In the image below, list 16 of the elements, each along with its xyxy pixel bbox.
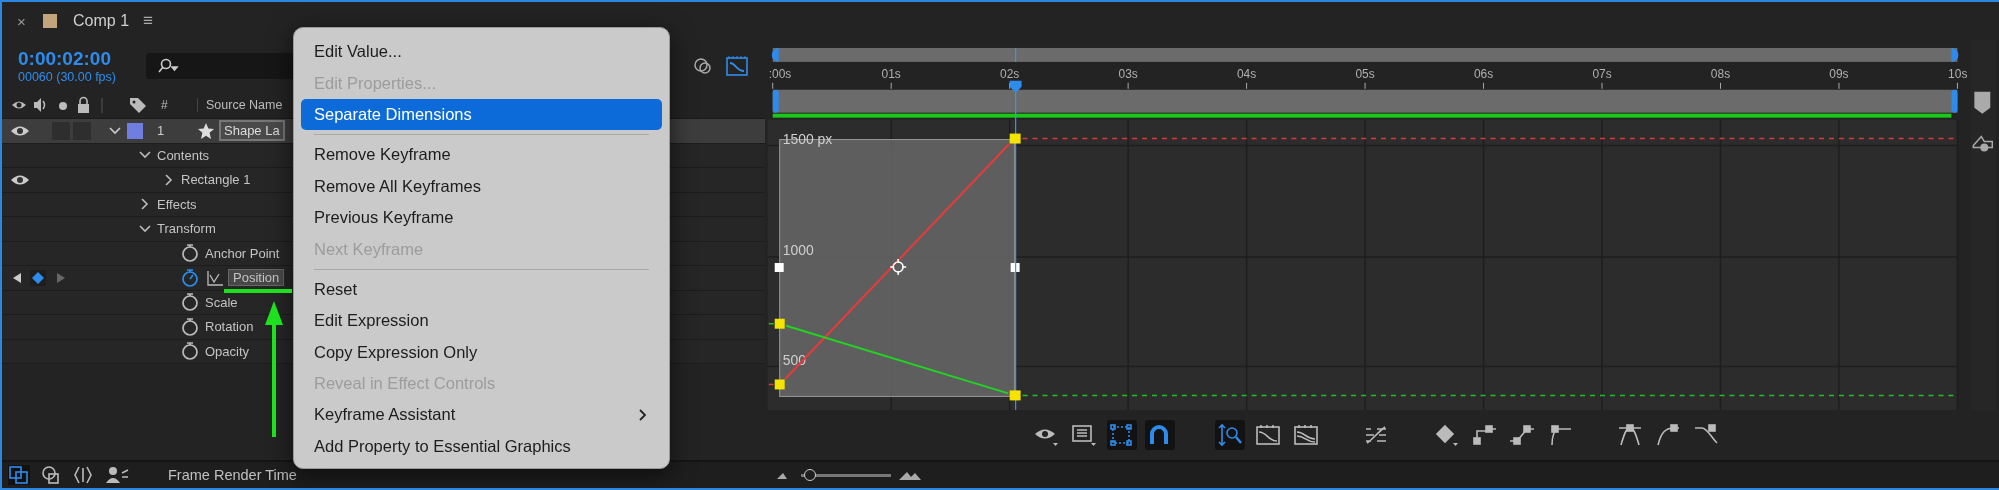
ruler-label: 01s xyxy=(881,66,901,81)
ruler-label: 07s xyxy=(1592,66,1612,81)
ruler-label: :00s xyxy=(768,66,792,81)
layer-number: 1 xyxy=(157,123,166,139)
ruler-label: 04s xyxy=(1237,66,1257,81)
ruler-label: 03s xyxy=(1118,66,1138,81)
ruler-label: 08s xyxy=(1710,66,1731,81)
ruler-label: 06s xyxy=(1473,66,1494,81)
frame-render-time-label: Frame Render Time xyxy=(168,467,297,483)
ruler-label: 02s xyxy=(1000,66,1020,81)
ruler-label: 10s xyxy=(1948,66,1968,81)
value-label: 1000 xyxy=(782,242,814,259)
frame-info: 00060 (30.00 fps) xyxy=(18,69,117,85)
column-header: # xyxy=(161,98,169,112)
ruler-label: 05s xyxy=(1355,66,1375,81)
ruler-label: 09s xyxy=(1829,66,1849,81)
